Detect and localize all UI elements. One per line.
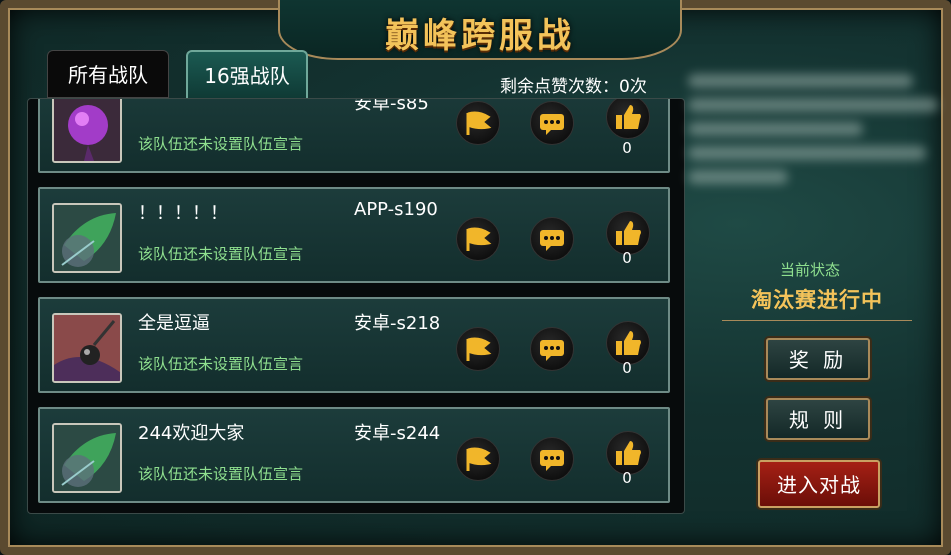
- rules-button[interactable]: 规 则: [766, 398, 870, 440]
- like-count: 0: [622, 249, 632, 267]
- team-motto: 该队伍还未设置队伍宣言: [138, 465, 304, 483]
- page-title: 巅峰跨服战: [385, 16, 575, 56]
- like-count: 0: [622, 139, 632, 157]
- team-row: 安卓-s85 该队伍还未设置队伍宣言 0: [38, 98, 670, 173]
- flag-icon: [466, 111, 492, 135]
- like-count: 0: [622, 359, 632, 377]
- team-server: 安卓-s218: [354, 313, 441, 334]
- chat-icon: [540, 450, 564, 471]
- team-server: 安卓-s244: [354, 423, 441, 444]
- flag-button[interactable]: [456, 101, 500, 145]
- chat-icon: [540, 114, 564, 135]
- likes-remaining: 剩余点赞次数：0次: [500, 77, 647, 97]
- team-name: 244欢迎大家: [138, 423, 245, 444]
- team-avatar: [52, 99, 122, 163]
- team-server: 安卓-s85: [354, 98, 429, 114]
- team-motto: 该队伍还未设置队伍宣言: [138, 355, 304, 373]
- team-avatar: [52, 423, 122, 493]
- chat-button[interactable]: [530, 217, 574, 261]
- title-plate: 巅峰跨服战: [278, 0, 682, 60]
- team-row: 全是逗逼 安卓-s218 该队伍还未设置队伍宣言 0: [38, 297, 670, 393]
- enter-battle-button[interactable]: 进入对战: [758, 460, 880, 508]
- reward-button[interactable]: 奖 励: [766, 338, 870, 380]
- chat-button[interactable]: [530, 437, 574, 481]
- status-label: 当前状态: [780, 261, 841, 279]
- like-button[interactable]: [606, 99, 650, 139]
- tab-all-teams[interactable]: 所有战队: [47, 50, 169, 98]
- team-avatar: [52, 313, 122, 383]
- flag-button[interactable]: [456, 327, 500, 371]
- flag-icon: [466, 447, 492, 471]
- team-motto: 该队伍还未设置队伍宣言: [138, 135, 304, 153]
- team-list[interactable]: 安卓-s85 该队伍还未设置队伍宣言 0 ！！！！！ APP-s190 该队伍还…: [27, 98, 685, 514]
- chat-button[interactable]: [530, 101, 574, 145]
- status-value: 淘汰赛进行中: [722, 284, 912, 321]
- chat-icon: [540, 230, 564, 251]
- thumbs-up-icon: [616, 105, 641, 129]
- flag-button[interactable]: [456, 437, 500, 481]
- thumbs-up-icon: [616, 221, 641, 245]
- like-count: 0: [622, 469, 632, 487]
- flag-icon: [466, 337, 492, 361]
- thumbs-up-icon: [616, 331, 641, 355]
- flag-icon: [466, 227, 492, 251]
- team-row: 244欢迎大家 安卓-s244 该队伍还未设置队伍宣言 0: [38, 407, 670, 503]
- tab-top16-teams[interactable]: 16强战队: [186, 50, 308, 98]
- team-name: ！！！！！: [138, 203, 228, 224]
- team-avatar: [52, 203, 122, 273]
- chat-button[interactable]: [530, 327, 574, 371]
- blurred-description: [688, 64, 938, 224]
- chat-icon: [540, 340, 564, 361]
- flag-button[interactable]: [456, 217, 500, 261]
- team-name: 全是逗逼: [138, 313, 210, 334]
- team-server: APP-s190: [354, 199, 438, 220]
- team-motto: 该队伍还未设置队伍宣言: [138, 245, 304, 263]
- team-row: ！！！！！ APP-s190 该队伍还未设置队伍宣言 0: [38, 187, 670, 283]
- thumbs-up-icon: [616, 441, 641, 465]
